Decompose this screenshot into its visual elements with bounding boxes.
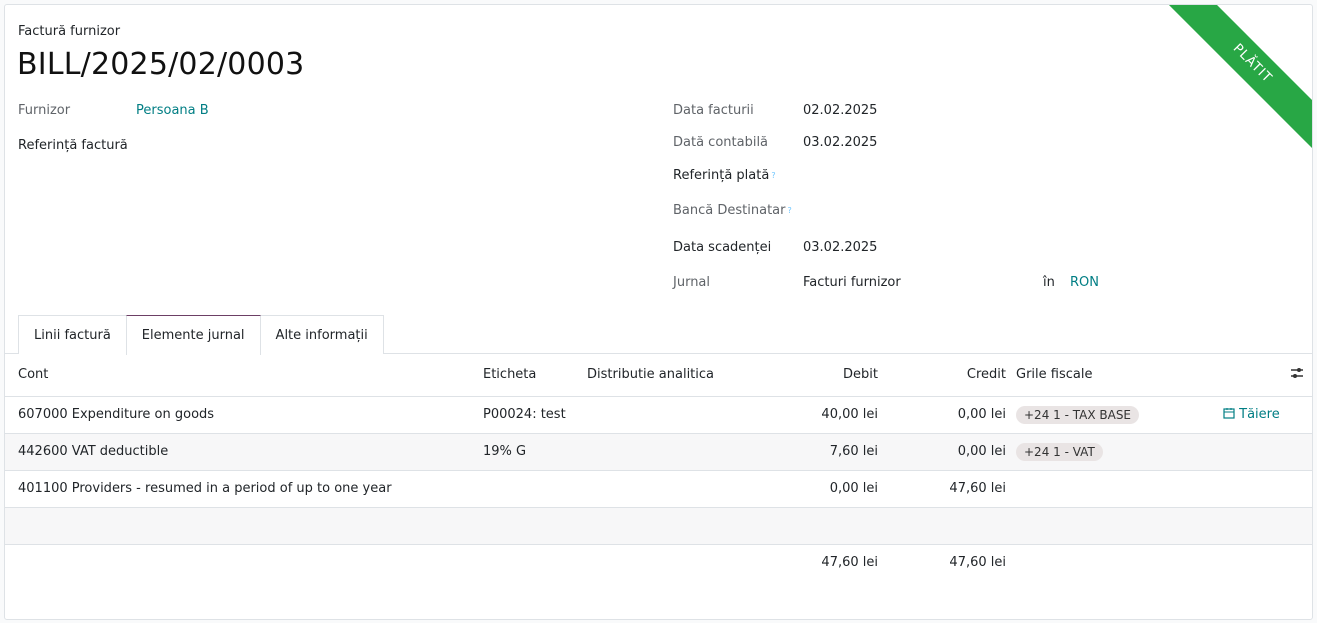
table-header-row: Cont Eticheta Distributie analitica Debi… [5,354,1312,396]
row-analytic[interactable] [574,395,774,433]
payment-reference-field[interactable]: Referință plată? [673,166,776,184]
column-header-label[interactable]: Eticheta [470,354,574,396]
document-title: BILL/2025/02/0003 [17,47,305,82]
sliders-icon[interactable] [1290,367,1304,383]
row-credit[interactable]: 0,00 lei [886,432,1010,470]
column-header-credit[interactable]: Credit [886,354,1010,396]
payment-reference-label: Referință plată [673,167,770,183]
calendar-icon [1223,408,1235,419]
row-credit[interactable]: 47,60 lei [886,469,1010,507]
column-header-analytic[interactable]: Distributie analitica [574,354,774,396]
row-tax-grid[interactable] [1010,469,1210,507]
recipient-bank-label: Bancă Destinatar [673,202,786,218]
total-debit: 47,60 lei [774,543,886,581]
due-date-value[interactable]: 03.02.2025 [803,240,877,255]
row-tax-grid[interactable]: +24 1 - TAX BASE [1010,395,1210,433]
invoice-date-field[interactable]: Data facturii 02.02.2025 [673,101,877,119]
help-tooltip-icon[interactable]: ? [771,171,775,180]
tab-invoice-lines[interactable]: Linii factură [18,315,127,354]
empty-row [5,506,1312,544]
status-ribbon-label: PLĂTIT [1162,5,1312,154]
accounting-date-value[interactable]: 03.02.2025 [803,135,877,150]
row-action[interactable]: Tăiere [1210,395,1312,433]
invoice-date-value[interactable]: 02.02.2025 [803,103,877,118]
status-ribbon: PLĂTIT [1162,5,1312,155]
tab-journal-items[interactable]: Elemente jurnal [125,315,261,355]
row-label[interactable]: 19% G [470,432,574,470]
help-tooltip-icon[interactable]: ? [787,206,791,215]
invoice-date-label: Data facturii [673,102,754,118]
cutoff-button[interactable]: Tăiere [1223,407,1280,422]
column-header-debit[interactable]: Debit [774,354,886,396]
empty-row-cell [5,506,1312,544]
row-debit[interactable]: 0,00 lei [774,469,886,507]
row-account[interactable]: 607000 Expenditure on goods [5,395,470,433]
bill-reference-label: Referință factură [18,137,128,153]
column-header-tax-grids[interactable]: Grile fiscale [1010,354,1210,396]
row-account[interactable]: 401100 Providers - resumed in a period o… [5,469,470,507]
table-row[interactable]: 442600 VAT deductible 19% G 7,60 lei 0,0… [5,432,1312,470]
currency-value[interactable]: RON [1070,275,1099,290]
vendor-label: Furnizor [18,102,71,118]
totals-row: 47,60 lei 47,60 lei [5,543,1312,581]
row-label[interactable] [470,469,574,507]
row-debit[interactable]: 7,60 lei [774,432,886,470]
row-action [1210,469,1312,507]
due-date-field[interactable]: Data scadenței 03.02.2025 [673,238,877,256]
journal-items-table: Cont Eticheta Distributie analitica Debi… [5,354,1312,581]
notebook-tabs: Linii factură Elemente jurnal Alte infor… [18,315,384,355]
journal-value[interactable]: Facturi furnizor [803,275,1043,290]
tax-grid-badge: +24 1 - VAT [1016,442,1103,461]
document-type-label: Factură furnizor [18,24,121,39]
currency-in-label: în [1043,274,1055,290]
total-credit: 47,60 lei [886,543,1010,581]
totals-trailing [1010,543,1312,581]
totals-spacer [5,543,774,581]
table-row[interactable]: 607000 Expenditure on goods P00024: test… [5,395,1312,433]
tax-grid-badge: +24 1 - TAX BASE [1016,405,1140,424]
optional-columns-toggle[interactable] [1210,354,1312,396]
form-sheet: PLĂTIT Factură furnizor BILL/2025/02/000… [4,4,1313,620]
cutoff-label: Tăiere [1239,407,1280,422]
column-header-account[interactable]: Cont [5,354,470,396]
row-credit[interactable]: 0,00 lei [886,395,1010,433]
row-analytic[interactable] [574,432,774,470]
vendor-value[interactable]: Persoana B [136,103,209,118]
table-row[interactable]: 401100 Providers - resumed in a period o… [5,469,1312,507]
row-account[interactable]: 442600 VAT deductible [5,432,470,470]
row-tax-grid[interactable]: +24 1 - VAT [1010,432,1210,470]
accounting-date-label: Dată contabilă [673,134,769,150]
tab-other-info[interactable]: Alte informații [259,315,384,354]
journal-label: Jurnal [673,274,711,290]
bill-reference-field[interactable]: Referință factură [18,136,128,154]
row-action [1210,432,1312,470]
due-date-label: Data scadenței [673,239,772,255]
row-debit[interactable]: 40,00 lei [774,395,886,433]
recipient-bank-field[interactable]: Bancă Destinatar? [673,201,792,219]
row-analytic[interactable] [574,469,774,507]
journal-field[interactable]: Jurnal Facturi furnizor în RON [673,273,1099,291]
row-label[interactable]: P00024: test [470,395,574,433]
vendor-field: Furnizor Persoana B [18,101,209,119]
accounting-date-field[interactable]: Dată contabilă 03.02.2025 [673,133,877,151]
